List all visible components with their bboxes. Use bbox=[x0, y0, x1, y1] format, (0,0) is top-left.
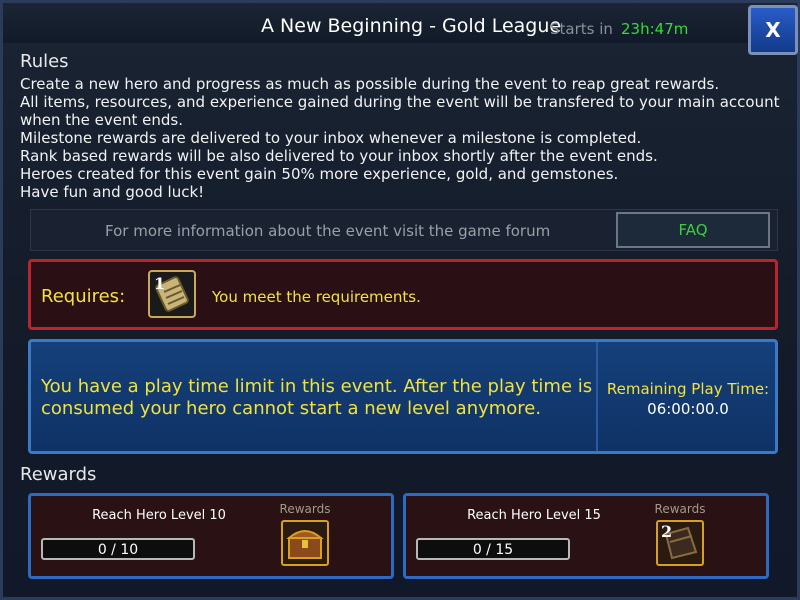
rules-line: Create a new hero and progress as much a… bbox=[20, 75, 720, 93]
requirements-panel: Requires: 1 You meet the requirements. bbox=[28, 259, 778, 330]
milestone-title: Reach Hero Level 15 bbox=[467, 508, 601, 523]
milestone-title: Reach Hero Level 10 bbox=[92, 508, 226, 523]
milestone-progress-bar: 0 / 15 bbox=[416, 538, 570, 560]
rewards-heading: Rewards bbox=[20, 464, 97, 485]
rules-text: Create a new hero and progress as much a… bbox=[20, 75, 780, 201]
event-title: A New Beginning - Gold League bbox=[261, 15, 562, 37]
remaining-play-time-value: 06:00:00.0 bbox=[647, 400, 729, 418]
treasure-chest-icon[interactable] bbox=[281, 520, 329, 566]
requires-label: Requires: bbox=[41, 286, 126, 307]
remaining-play-time: Remaining Play Time: 06:00:00.0 bbox=[598, 342, 778, 451]
reward-box-icon[interactable]: 2 bbox=[656, 520, 704, 566]
remaining-play-time-label: Remaining Play Time: bbox=[606, 380, 770, 398]
milestone-progress-text: 0 / 10 bbox=[97, 542, 139, 558]
reward-milestone: Reach Hero Level 10 0 / 10 Rewards bbox=[28, 493, 394, 579]
milestone-progress-text: 0 / 15 bbox=[472, 542, 514, 558]
milestone-progress-bar: 0 / 10 bbox=[41, 538, 195, 560]
rules-line: Rank based rewards will be also delivere… bbox=[20, 147, 658, 165]
reward-quantity: 2 bbox=[661, 522, 673, 541]
countdown-timer: 23h:47m bbox=[621, 20, 689, 38]
close-button[interactable]: X bbox=[748, 5, 798, 55]
requirement-number: 1 bbox=[154, 274, 166, 293]
title-bar: A New Beginning - Gold League Starts in … bbox=[3, 3, 797, 43]
requirement-scroll-icon: 1 bbox=[148, 270, 196, 318]
rules-line: All items, resources, and experience gai… bbox=[20, 93, 780, 111]
play-time-panel: You have a play time limit in this event… bbox=[28, 339, 778, 454]
play-time-message: You have a play time limit in this event… bbox=[41, 376, 593, 419]
rules-line: Have fun and good luck! bbox=[20, 183, 205, 201]
starts-in-label: Starts in bbox=[550, 20, 613, 38]
reward-milestone: Reach Hero Level 15 0 / 15 Rewards 2 bbox=[403, 493, 769, 579]
rules-heading: Rules bbox=[20, 51, 69, 72]
rewards-label: Rewards bbox=[279, 502, 331, 516]
rules-line: Milestone rewards are delivered to your … bbox=[20, 129, 642, 147]
rewards-label: Rewards bbox=[654, 502, 706, 516]
forum-info-bar: For more information about the event vis… bbox=[30, 209, 778, 251]
forum-info-text: For more information about the event vis… bbox=[105, 222, 551, 240]
rules-line: Heroes created for this event gain 50% m… bbox=[20, 165, 619, 183]
rules-line: when the event ends. bbox=[20, 111, 183, 129]
requirement-message: You meet the requirements. bbox=[212, 288, 421, 306]
close-icon: X bbox=[765, 18, 781, 42]
event-window: A New Beginning - Gold League Starts in … bbox=[0, 0, 800, 600]
faq-button[interactable]: FAQ bbox=[616, 212, 770, 248]
